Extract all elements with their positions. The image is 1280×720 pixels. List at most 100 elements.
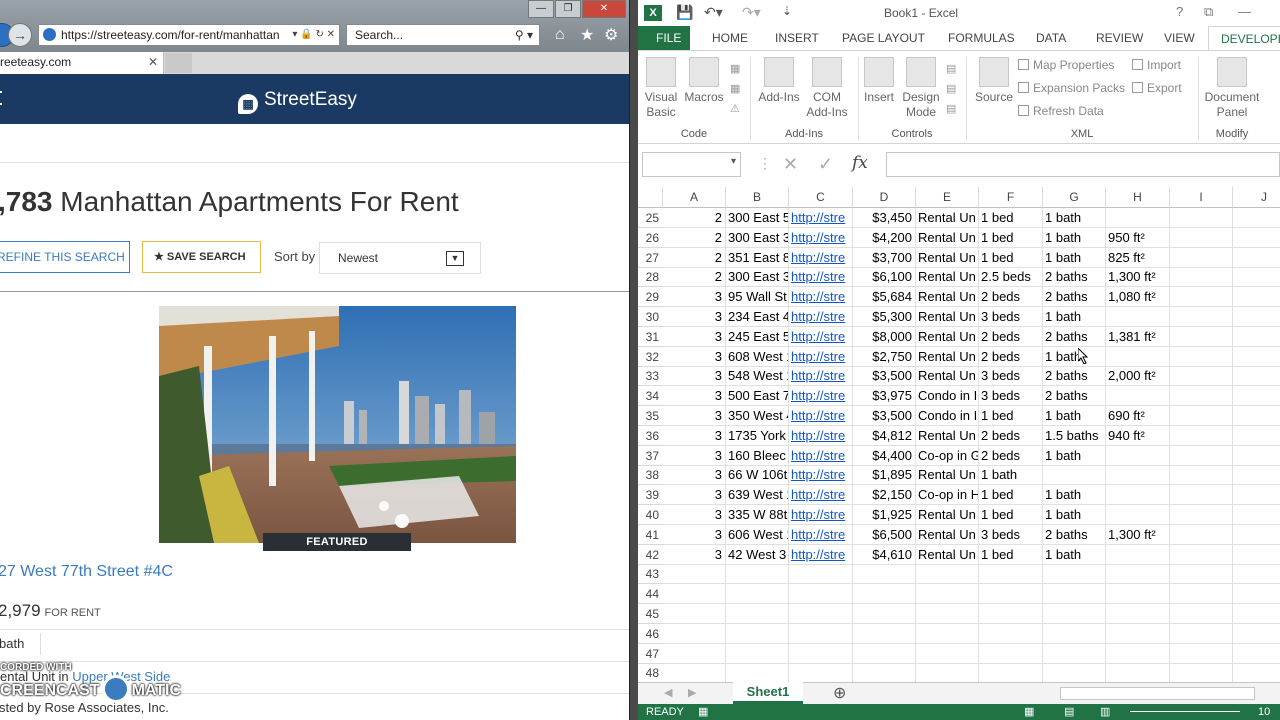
address-bar[interactable]: https://streeteasy.com/for-rent/manhatta… xyxy=(38,24,340,46)
table-cell[interactable] xyxy=(979,604,1043,624)
tab-page-layout[interactable]: PAGE LAYOUT xyxy=(842,31,925,45)
table-cell[interactable] xyxy=(789,604,853,624)
table-cell[interactable]: 1 bed xyxy=(979,485,1043,506)
row-header[interactable]: 46 xyxy=(638,624,663,644)
table-cell[interactable]: http://stre xyxy=(789,505,853,525)
table-cell[interactable]: 3 xyxy=(663,505,726,525)
table-cell[interactable]: 2 baths xyxy=(1043,326,1106,347)
table-cell[interactable] xyxy=(789,643,853,664)
table-cell[interactable]: 1 bath xyxy=(1043,406,1106,426)
home-icon[interactable]: ⌂ xyxy=(555,26,565,44)
row-header[interactable]: 26 xyxy=(638,228,663,248)
table-cell[interactable] xyxy=(1233,485,1280,506)
table-cell[interactable] xyxy=(1043,643,1106,664)
undo-icon[interactable]: ↶▾ xyxy=(704,4,723,21)
table-cell[interactable] xyxy=(1170,267,1233,288)
row-header[interactable]: 42 xyxy=(638,545,663,565)
control-properties-icons[interactable]: ▤ ▤ ▤ xyxy=(946,59,960,119)
table-cell[interactable]: 42 West 3 xyxy=(726,544,789,565)
tab-close-icon[interactable]: ✕ xyxy=(148,52,158,72)
table-cell[interactable]: 160 Bleec xyxy=(726,445,789,466)
table-cell[interactable] xyxy=(1233,446,1280,466)
table-cell[interactable] xyxy=(726,623,789,644)
table-cell[interactable] xyxy=(1170,227,1233,248)
table-cell[interactable]: 300 East 3 xyxy=(726,227,789,248)
spreadsheet-grid[interactable]: ABCDEFGHIJ 25 2 300 East 5 http://stre $3,45… xyxy=(638,187,1280,684)
table-cell[interactable]: 1 bath xyxy=(1043,247,1106,268)
table-cell[interactable]: 3 xyxy=(663,465,726,486)
table-cell[interactable] xyxy=(726,663,789,684)
table-cell[interactable] xyxy=(789,584,853,605)
table-cell[interactable] xyxy=(1233,327,1280,347)
table-cell[interactable] xyxy=(1170,386,1233,407)
table-cell[interactable] xyxy=(1233,564,1280,585)
zoom-level[interactable]: 10 xyxy=(1258,704,1270,720)
table-cell[interactable]: 1 bath xyxy=(1043,544,1106,565)
address-dropdown-icon[interactable]: ▾ 🔒 ↻ ✕ xyxy=(288,25,335,45)
table-cell[interactable] xyxy=(1170,623,1233,644)
table-cell[interactable] xyxy=(1106,604,1170,624)
table-cell[interactable]: $3,450 xyxy=(853,208,916,228)
table-cell[interactable]: 351 East 8 xyxy=(726,247,789,268)
chevron-down-icon[interactable]: ▾ xyxy=(731,156,736,167)
scroll-left-icon[interactable]: ◀ xyxy=(664,686,672,699)
table-cell[interactable] xyxy=(1106,307,1170,327)
table-cell[interactable]: 500 East 7 xyxy=(726,386,789,407)
table-cell[interactable]: Rental Un xyxy=(916,247,979,268)
table-cell[interactable]: 350 West 4 xyxy=(726,406,789,426)
table-cell[interactable]: 2 xyxy=(663,267,726,288)
table-cell[interactable]: 2 xyxy=(663,227,726,248)
table-cell[interactable]: 1 bath xyxy=(1043,445,1106,466)
row-header[interactable]: 27 xyxy=(638,248,663,268)
table-cell[interactable]: 2 baths xyxy=(1043,267,1106,288)
table-cell[interactable] xyxy=(1233,366,1280,387)
table-cell[interactable] xyxy=(853,663,916,684)
column-header[interactable]: J xyxy=(1233,187,1280,208)
table-cell[interactable]: 1 bed xyxy=(979,247,1043,268)
table-cell[interactable] xyxy=(916,643,979,664)
table-cell[interactable]: 335 W 88t xyxy=(726,505,789,525)
table-cell[interactable] xyxy=(1233,505,1280,525)
column-header[interactable]: C xyxy=(789,187,853,208)
table-cell[interactable]: 1735 York xyxy=(726,425,789,446)
table-cell[interactable]: http://stre xyxy=(789,326,853,347)
table-cell[interactable]: http://stre xyxy=(789,425,853,446)
table-cell[interactable] xyxy=(1233,584,1280,605)
search-icon[interactable]: ⚲ ▾ xyxy=(515,25,533,45)
table-cell[interactable] xyxy=(789,564,853,585)
table-cell[interactable]: http://stre xyxy=(789,307,853,327)
table-cell[interactable] xyxy=(1233,663,1280,684)
table-cell[interactable]: Rental Un xyxy=(916,524,979,545)
table-cell[interactable]: 1,080 ft² xyxy=(1106,287,1170,308)
table-cell[interactable] xyxy=(663,584,726,605)
select-all-corner[interactable] xyxy=(638,187,663,208)
table-cell[interactable] xyxy=(1233,426,1280,446)
column-header[interactable]: F xyxy=(979,187,1043,208)
table-cell[interactable] xyxy=(1170,425,1233,446)
row-header[interactable]: 44 xyxy=(638,584,663,605)
row-header[interactable]: 47 xyxy=(638,644,663,664)
table-cell[interactable]: 1 bed xyxy=(979,544,1043,565)
row-header[interactable]: 34 xyxy=(638,386,663,407)
visual-basic-button[interactable]: Visual Basic xyxy=(642,57,680,120)
table-cell[interactable] xyxy=(1106,505,1170,525)
sort-select[interactable]: Newest ▼ xyxy=(319,242,481,274)
table-cell[interactable] xyxy=(1106,445,1170,466)
table-cell[interactable] xyxy=(1170,643,1233,664)
column-header[interactable]: D xyxy=(853,187,916,208)
row-header[interactable]: 43 xyxy=(638,564,663,585)
row-header[interactable]: 37 xyxy=(638,446,663,466)
table-cell[interactable]: $6,500 xyxy=(853,524,916,545)
table-cell[interactable] xyxy=(1170,406,1233,426)
table-cell[interactable]: 1 bath xyxy=(1043,208,1106,228)
ribbon-display-icon[interactable]: ⧉ xyxy=(1204,4,1213,20)
formula-input[interactable] xyxy=(886,152,1280,177)
table-cell[interactable]: 2 beds xyxy=(979,346,1043,367)
refine-search-button[interactable]: REFINE THIS SEARCH xyxy=(0,241,130,273)
table-cell[interactable]: 3 beds xyxy=(979,307,1043,327)
com-addins-button[interactable]: COM Add-Ins xyxy=(806,57,848,120)
column-header[interactable]: I xyxy=(1170,187,1233,208)
table-cell[interactable] xyxy=(1106,544,1170,565)
table-cell[interactable]: http://stre xyxy=(789,465,853,486)
redo-icon[interactable]: ↷▾ xyxy=(742,4,761,21)
